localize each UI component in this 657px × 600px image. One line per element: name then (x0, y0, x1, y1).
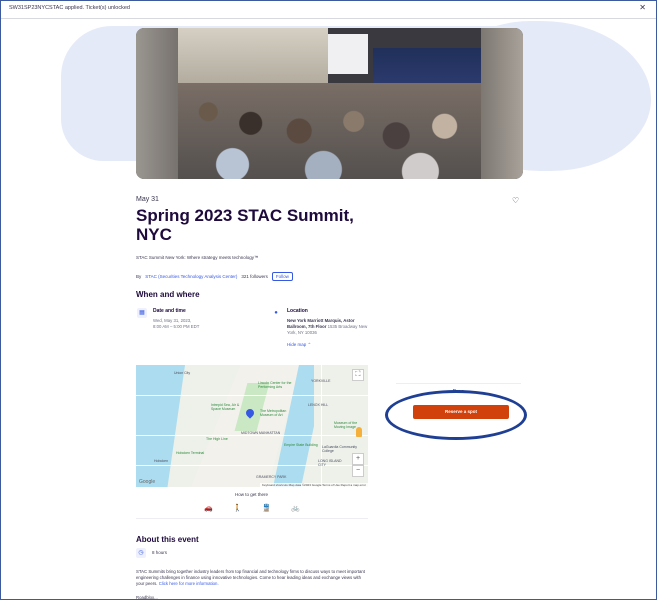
map-label: Lincoln Center for the Performing Arts (258, 381, 292, 389)
map-label: LENOX HILL (308, 403, 329, 407)
description-more: Roadblox... (136, 595, 158, 600)
map-label: GRAMERCY PARK (256, 475, 287, 479)
map-label: Hoboken Terminal (176, 451, 205, 455)
event-date: May 31 (136, 196, 159, 203)
divider (136, 518, 368, 519)
location-pin-icon: ● (274, 310, 278, 316)
date-time-text: Wed, May 31, 2023, 8:00 AM – 5:00 PM EDT (153, 318, 200, 329)
map-label: MIDTOWN MANHATTAN (241, 431, 281, 435)
more-info-link[interactable]: Click here for more information. (159, 581, 219, 586)
hero-image (136, 28, 523, 179)
organizer-link[interactable]: STAC (Securities Technology Analysis Cen… (145, 274, 237, 279)
event-title: Spring 2023 STAC Summit, NYC (136, 206, 354, 244)
map-label: LONG ISLAND CITY (318, 459, 342, 467)
map-label: LaGuardia Community College (322, 445, 358, 453)
annotation-ellipse (385, 390, 527, 440)
projector-screen (328, 34, 368, 74)
promo-message: SW31SP23NYCSTAC applied. Ticket(s) unloc… (9, 5, 130, 11)
zoom-out-button[interactable]: − (352, 465, 364, 477)
clock-icon: ◷ (136, 548, 146, 558)
map-label: Hoboken (154, 459, 169, 463)
map-label: YORKVILLE (311, 379, 331, 383)
follow-button[interactable]: Follow (271, 272, 293, 281)
map-label: The High Line (206, 437, 228, 441)
location-text: New York Marriott Marquis, Astor Ballroo… (287, 318, 368, 335)
bike-icon[interactable]: 🚲 (291, 504, 300, 512)
calendar-icon: ▦ (137, 308, 147, 318)
car-icon[interactable]: 🚗 (204, 504, 213, 512)
walk-icon[interactable]: 🚶 (233, 504, 242, 512)
transit-icon[interactable]: 🚆 (262, 504, 271, 512)
event-description: STAC Summits bring together industry lea… (136, 569, 365, 586)
event-summary: STAC Summit New York: Where strategy mee… (136, 255, 259, 260)
google-logo: Google (139, 479, 156, 485)
pegman-icon[interactable] (356, 427, 362, 437)
heart-icon[interactable]: ♡ (512, 196, 519, 205)
map-label: The Metropolitan Museum of Art (260, 409, 287, 417)
browser-frame: SW31SP23NYCSTAC applied. Ticket(s) unloc… (0, 0, 657, 600)
duration: 8 hours (152, 550, 168, 555)
location-title: Location (287, 308, 308, 314)
fullscreen-button[interactable]: ⛶ (352, 369, 364, 381)
hide-map-link[interactable]: Hide map ⌃ (287, 342, 311, 348)
date-time-title: Date and time (153, 308, 186, 314)
map[interactable]: Union City YORKVILLE Lincoln Center for … (136, 365, 368, 487)
promo-banner: SW31SP23NYCSTAC applied. Ticket(s) unloc… (1, 1, 656, 19)
map-label: Intrepid Sea, Air & Space Museum (211, 403, 240, 411)
map-label: Empire State Building (284, 443, 318, 447)
zoom-in-button[interactable]: + (352, 453, 364, 465)
when-where-heading: When and where (136, 290, 200, 299)
map-label: Union City (174, 371, 191, 375)
organizer-prefix: By (136, 274, 142, 279)
map-attribution[interactable]: Keyboard shortcuts Map data ©2023 Google… (259, 483, 368, 487)
audience (178, 83, 481, 179)
organizer-line: By STAC (Securities Technology Analysis … (136, 272, 293, 281)
about-heading: About this event (136, 535, 199, 544)
how-to-get-there: How to get there (235, 492, 269, 497)
follower-count: 321 followers (241, 274, 268, 279)
close-icon[interactable]: ✕ (639, 3, 646, 12)
event-photo (178, 28, 481, 179)
